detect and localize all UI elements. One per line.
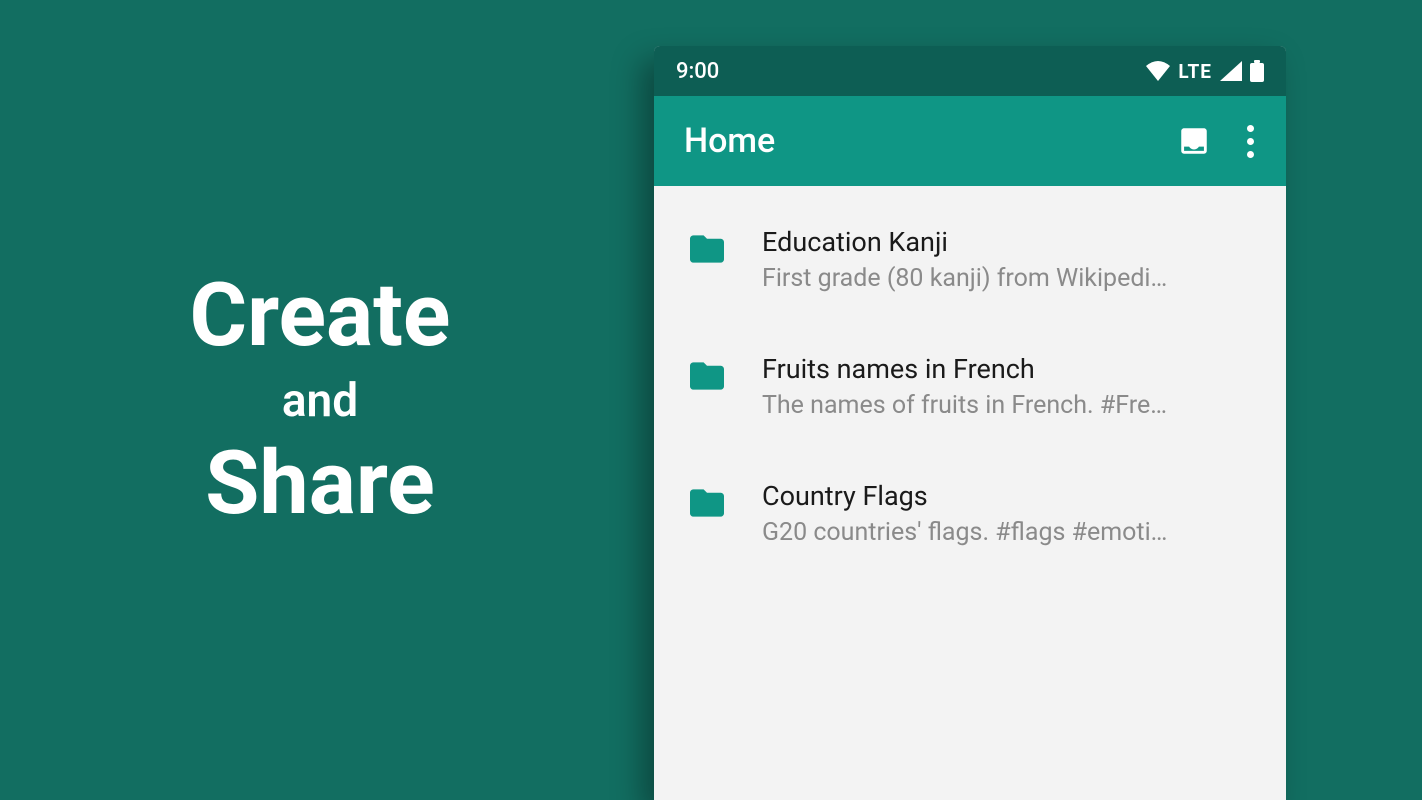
- hero-line-3: Share: [205, 438, 435, 530]
- item-subtitle: G20 countries' flags. #flags #emoti…: [762, 518, 1258, 547]
- more-vert-icon[interactable]: [1241, 121, 1260, 162]
- appbar-title: Home: [676, 121, 1177, 161]
- deck-list: Education Kanji First grade (80 kanji) f…: [654, 186, 1286, 587]
- signal-icon: [1220, 61, 1242, 81]
- list-item[interactable]: Fruits names in French The names of frui…: [654, 323, 1286, 450]
- inbox-icon[interactable]: [1177, 124, 1211, 158]
- status-bar: 9:00 LTE: [654, 46, 1286, 96]
- folder-icon: [686, 353, 728, 393]
- hero-line-2: and: [282, 374, 358, 428]
- hero-line-1: Create: [190, 270, 451, 362]
- item-title: Education Kanji: [762, 226, 1258, 258]
- wifi-icon: [1146, 61, 1170, 81]
- app-bar: Home: [654, 96, 1286, 186]
- folder-icon: [686, 480, 728, 520]
- list-item[interactable]: Education Kanji First grade (80 kanji) f…: [654, 196, 1286, 323]
- item-title: Country Flags: [762, 480, 1258, 512]
- status-time: 9:00: [676, 59, 719, 84]
- list-item[interactable]: Country Flags G20 countries' flags. #fla…: [654, 450, 1286, 577]
- phone-frame: 9:00 LTE Home: [654, 46, 1286, 800]
- hero-text: Create and Share: [0, 0, 640, 800]
- item-subtitle: First grade (80 kanji) from Wikipedi…: [762, 264, 1258, 293]
- network-label: LTE: [1178, 60, 1212, 83]
- status-icons: LTE: [1146, 60, 1264, 83]
- battery-icon: [1250, 60, 1264, 82]
- folder-icon: [686, 226, 728, 266]
- item-subtitle: The names of fruits in French. #Fre…: [762, 391, 1258, 420]
- item-title: Fruits names in French: [762, 353, 1258, 385]
